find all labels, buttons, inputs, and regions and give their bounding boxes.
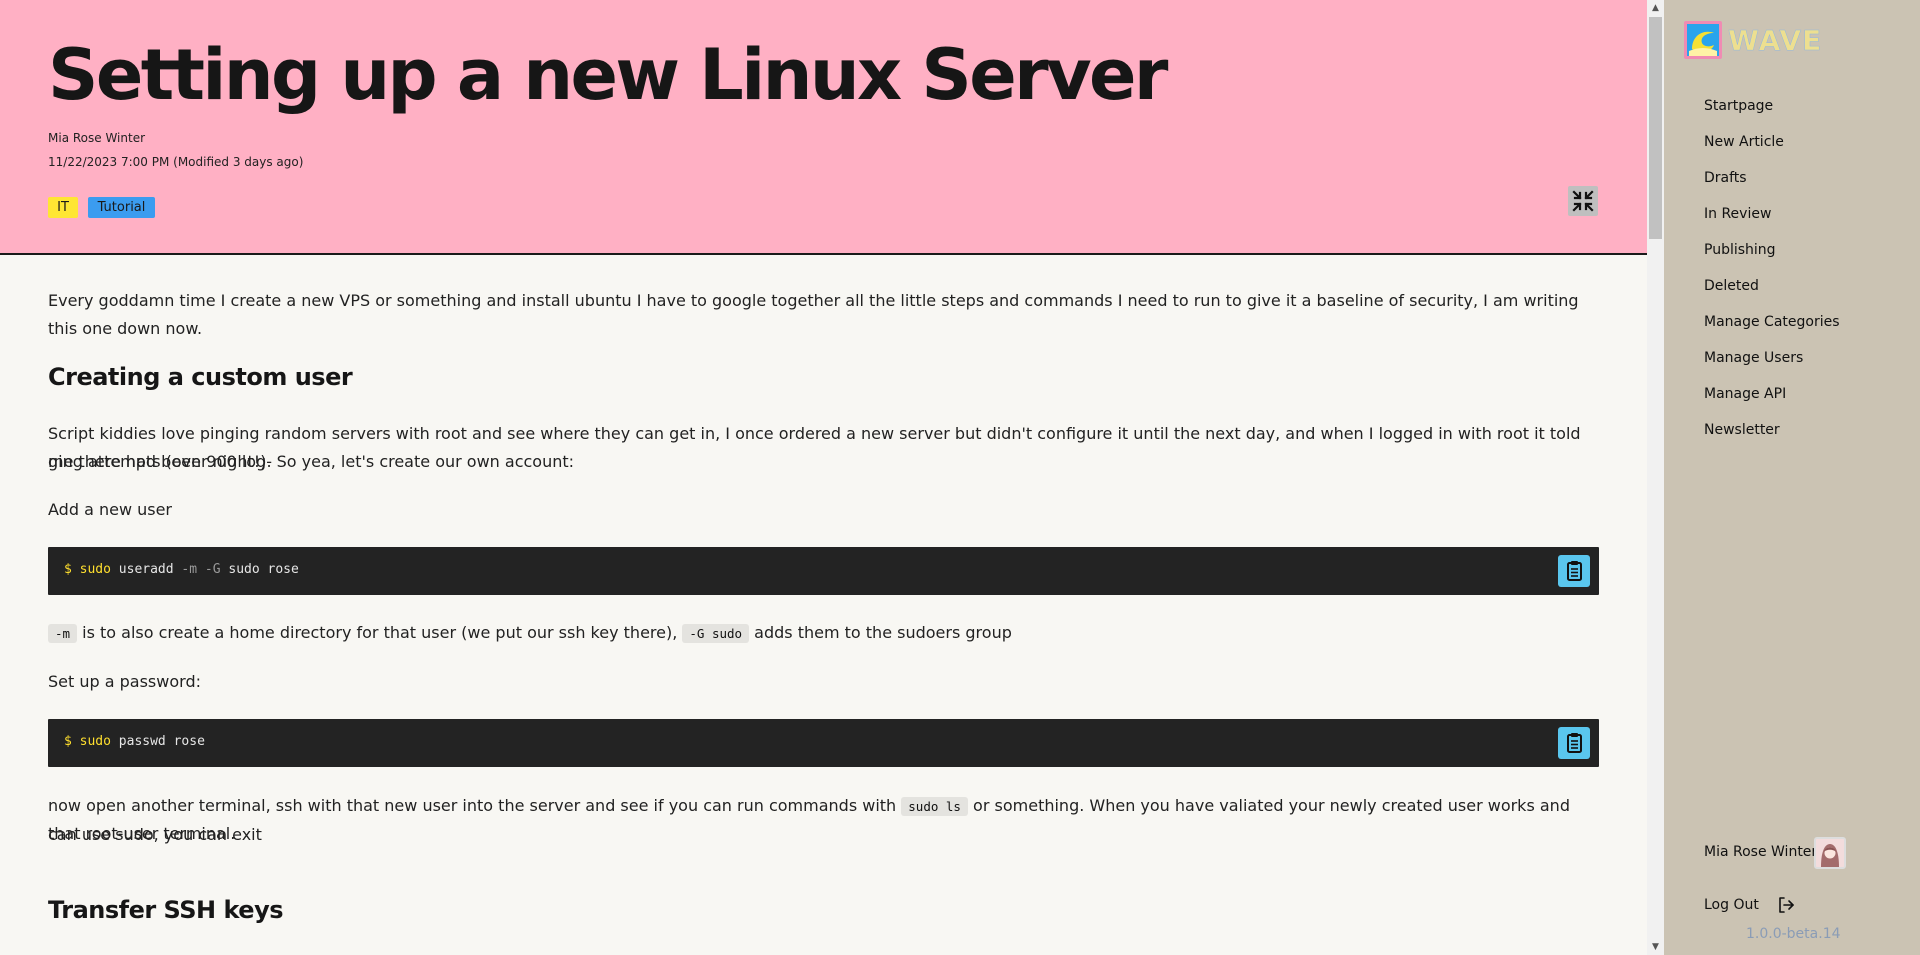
- code-prompt: $ sudo: [64, 734, 111, 749]
- explain-text-1: is to also create a home directory for t…: [77, 623, 683, 642]
- logo-text: WAVE: [1728, 24, 1823, 58]
- scroll-down-arrow-icon[interactable]: ▼: [1647, 939, 1664, 955]
- logout-link[interactable]: Log Out: [1704, 897, 1759, 913]
- code-prompt: $ sudo: [64, 562, 111, 577]
- app-version: 1.0.0-beta.14: [1746, 926, 1841, 942]
- article-header: Setting up a new Linux Server Mia Rose W…: [0, 0, 1647, 255]
- article-title: Setting up a new Linux Server: [48, 34, 1168, 116]
- sidebar: WAVE Startpage New Article Drafts In Rev…: [1664, 0, 1920, 955]
- scroll-up-arrow-icon[interactable]: ▲: [1647, 0, 1664, 16]
- section-heading-ssh-keys: Transfer SSH keys: [48, 896, 284, 924]
- nav-manage-categories[interactable]: Manage Categories: [1704, 314, 1840, 330]
- clipboard-icon: [1567, 733, 1582, 753]
- useradd-explanation: -m is to also create a home directory fo…: [48, 619, 1599, 648]
- test-paragraph-line2: that root-user terminal.: [48, 824, 236, 843]
- code-block-useradd: $ sudo useradd -m -G sudo rose: [48, 547, 1599, 595]
- code-command: useradd: [118, 562, 174, 577]
- password-label: Set up a password:: [48, 672, 201, 691]
- main-content: Setting up a new Linux Server Mia Rose W…: [0, 0, 1647, 955]
- section1-paragraph-line2: ging attempts (over night!). So yea, let…: [48, 452, 575, 471]
- collapse-icon: [1572, 190, 1594, 212]
- add-user-label: Add a new user: [48, 500, 173, 519]
- nav-startpage[interactable]: Startpage: [1704, 98, 1773, 114]
- code-args: sudo rose: [228, 562, 299, 577]
- copy-code-button[interactable]: [1558, 727, 1590, 759]
- code-flags: -m -G: [181, 562, 221, 577]
- nav-in-review[interactable]: In Review: [1704, 206, 1771, 222]
- tag-it[interactable]: IT: [48, 197, 78, 218]
- wave-logo-icon: [1684, 21, 1722, 59]
- copy-code-button[interactable]: [1558, 555, 1590, 587]
- tag-tutorial[interactable]: Tutorial: [88, 197, 155, 218]
- nav-drafts[interactable]: Drafts: [1704, 170, 1747, 186]
- nav-newsletter[interactable]: Newsletter: [1704, 422, 1780, 438]
- intro-paragraph: Every goddamn time I create a new VPS or…: [48, 291, 1579, 338]
- nav-manage-users[interactable]: Manage Users: [1704, 350, 1803, 366]
- explain-text-2: adds them to the sudoers group: [749, 623, 1012, 642]
- test-text-1: now open another terminal, ssh with that…: [48, 796, 902, 815]
- code-command: passwd rose: [118, 734, 205, 749]
- logout-icon[interactable]: [1776, 895, 1796, 915]
- inline-code-m: -m: [48, 624, 78, 643]
- page-scrollbar[interactable]: ▲ ▼: [1647, 0, 1664, 955]
- article-date: 11/22/2023 7:00 PM (Modified 3 days ago): [48, 155, 304, 169]
- collapse-header-button[interactable]: [1568, 186, 1598, 216]
- clipboard-icon: [1567, 561, 1582, 581]
- nav-publishing[interactable]: Publishing: [1704, 242, 1776, 258]
- nav-new-article[interactable]: New Article: [1704, 134, 1784, 150]
- inline-code-sudo-ls: sudo ls: [901, 797, 968, 816]
- nav-manage-api[interactable]: Manage API: [1704, 386, 1786, 402]
- code-block-passwd: $ sudo passwd rose: [48, 719, 1599, 767]
- avatar[interactable]: [1814, 837, 1846, 869]
- wave-logo[interactable]: WAVE: [1684, 18, 1821, 62]
- avatar-image: [1816, 839, 1844, 867]
- inline-code-g-sudo: -G sudo: [682, 624, 750, 643]
- scrollbar-thumb[interactable]: [1649, 17, 1662, 239]
- nav-deleted[interactable]: Deleted: [1704, 278, 1759, 294]
- article-author: Mia Rose Winter: [48, 131, 146, 145]
- code-useradd: $ sudo useradd -m -G sudo rose: [64, 562, 299, 577]
- section-heading-custom-user: Creating a custom user: [48, 363, 353, 391]
- code-passwd: $ sudo passwd rose: [64, 734, 205, 749]
- current-user-name[interactable]: Mia Rose Winter: [1704, 844, 1817, 860]
